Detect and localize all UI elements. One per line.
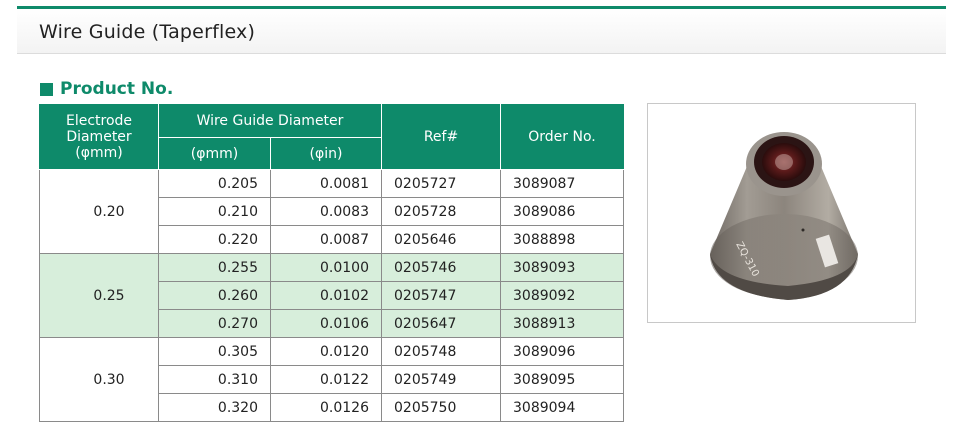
header-electrode-diameter: Electrode Diameter (φmm) xyxy=(39,104,159,170)
mm-cell: 0.205 xyxy=(158,169,271,198)
table-row: 0.30 0.305 0.0120 0205748 3089096 xyxy=(39,337,624,422)
order-cell: 3088898 xyxy=(500,225,624,254)
in-cell: 0.0126 xyxy=(270,393,382,422)
in-cell: 0.0083 xyxy=(270,197,382,226)
header-wire-guide-diameter: Wire Guide Diameter xyxy=(158,104,382,138)
ref-cell: 0205749 xyxy=(381,365,501,394)
electrode-cell: 0.25 xyxy=(39,253,159,338)
order-cell: 3089087 xyxy=(500,169,624,198)
ref-cell: 0205746 xyxy=(381,253,501,282)
product-photo: ZQ-310 xyxy=(647,103,916,323)
header-order-no: Order No. xyxy=(500,104,624,170)
mm-cell: 0.210 xyxy=(158,197,271,226)
mm-cell: 0.270 xyxy=(158,309,271,338)
in-cell: 0.0122 xyxy=(270,365,382,394)
order-cell: 3089093 xyxy=(500,253,624,282)
in-cell: 0.0087 xyxy=(270,225,382,254)
square-bullet-icon xyxy=(40,82,53,96)
page-title: Wire Guide (Taperflex) xyxy=(39,21,256,43)
ref-cell: 0205747 xyxy=(381,281,501,310)
in-cell: 0.0106 xyxy=(270,309,382,338)
header-mm-unit: (φmm) xyxy=(158,137,271,170)
mm-cell: 0.305 xyxy=(158,337,271,366)
in-cell: 0.0120 xyxy=(270,337,382,366)
ref-cell: 0205727 xyxy=(381,169,501,198)
mm-cell: 0.220 xyxy=(158,225,271,254)
section-title: Product No. xyxy=(60,79,174,99)
ref-cell: 0205748 xyxy=(381,337,501,366)
in-cell: 0.0102 xyxy=(270,281,382,310)
ref-cell: 0205750 xyxy=(381,393,501,422)
mm-cell: 0.320 xyxy=(158,393,271,422)
wire-guide-image: ZQ-310 xyxy=(710,132,858,300)
order-cell: 3088913 xyxy=(500,309,624,338)
order-cell: 3089095 xyxy=(500,365,624,394)
header-ref: Ref# xyxy=(381,104,501,170)
in-cell: 0.0081 xyxy=(270,169,382,198)
in-cell: 0.0100 xyxy=(270,253,382,282)
product-table: Electrode Diameter (φmm) Wire Guide Diam… xyxy=(39,104,624,422)
table-row: 0.25 0.255 0.0100 0205746 3089093 xyxy=(39,253,624,338)
electrode-cell: 0.30 xyxy=(39,337,159,422)
order-cell: 3089096 xyxy=(500,337,624,366)
ref-cell: 0205646 xyxy=(381,225,501,254)
page-header: Wire Guide (Taperflex) xyxy=(17,6,946,54)
table-row: 0.20 0.205 0.0081 0205727 3089087 xyxy=(39,169,624,254)
mm-cell: 0.260 xyxy=(158,281,271,310)
order-cell: 3089086 xyxy=(500,197,624,226)
ref-cell: 0205728 xyxy=(381,197,501,226)
electrode-cell: 0.20 xyxy=(39,169,159,254)
header-in-unit: (φin) xyxy=(270,137,382,170)
ref-cell: 0205647 xyxy=(381,309,501,338)
section-heading: Product No. xyxy=(40,78,173,100)
order-cell: 3089094 xyxy=(500,393,624,422)
mm-cell: 0.310 xyxy=(158,365,271,394)
order-cell: 3089092 xyxy=(500,281,624,310)
mm-cell: 0.255 xyxy=(158,253,271,282)
